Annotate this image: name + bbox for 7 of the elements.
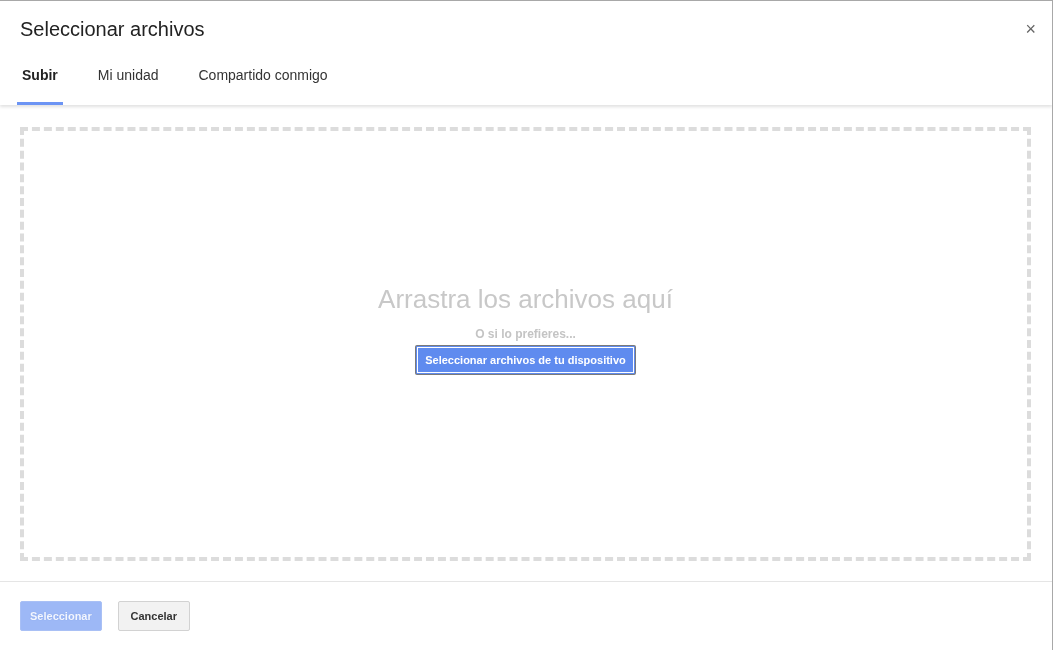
close-button[interactable]: ×	[1021, 20, 1040, 38]
drop-hint: O si lo prefieres...	[475, 327, 576, 341]
tab[interactable]: Mi unidad	[92, 61, 164, 105]
tab[interactable]: Compartido conmigo	[193, 61, 333, 105]
cancel-button[interactable]: Cancelar	[117, 601, 190, 631]
tab[interactable]: Subir	[17, 61, 63, 105]
dialog-title: Seleccionar archivos	[20, 17, 205, 41]
